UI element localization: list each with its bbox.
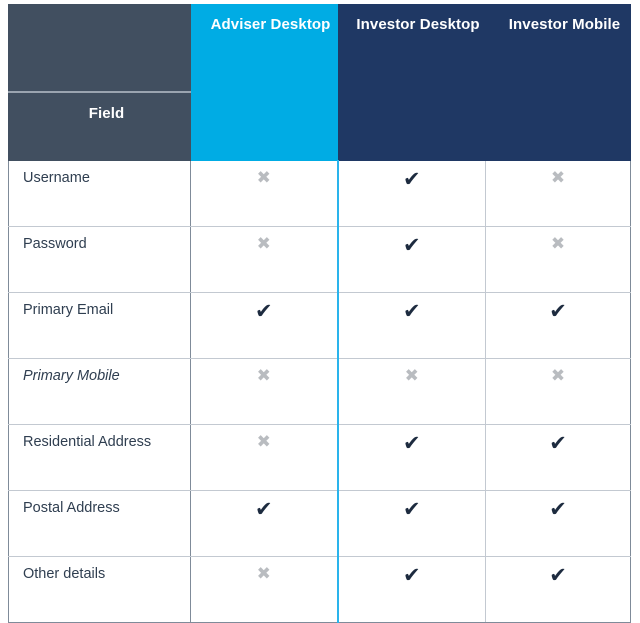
availability-cell: ✔ [485, 556, 631, 623]
availability-cell: ✔ [337, 292, 486, 359]
column-header-adviser-desktop: Adviser Desktop [190, 4, 338, 93]
availability-cell: ✖ [190, 226, 339, 293]
field-name-cell: Primary Email [8, 292, 191, 359]
check-icon: ✔ [254, 300, 273, 323]
availability-cell: ✔ [190, 490, 339, 557]
table-row: Primary Email ✔ ✔ ✔ [8, 292, 631, 359]
availability-cell: ✖ [190, 358, 339, 425]
availability-cell: ✔ [190, 292, 339, 359]
field-column-label: Field [88, 105, 125, 122]
header-row-field: Field [8, 92, 631, 161]
table-row: Residential Address ✖ ✔ ✔ [8, 424, 631, 491]
header-row-titles: Adviser Desktop Investor Desktop Investo… [8, 4, 631, 93]
check-icon: ✔ [549, 564, 567, 587]
column-header-investor-desktop: Investor Desktop [337, 4, 486, 93]
check-icon: ✔ [402, 168, 421, 191]
availability-cell: ✔ [485, 490, 631, 557]
availability-cell: ✖ [485, 226, 631, 293]
availability-cell: ✔ [337, 226, 486, 293]
availability-cell: ✔ [485, 424, 631, 491]
table-header: Adviser Desktop Investor Desktop Investo… [8, 4, 631, 161]
cross-icon: ✖ [256, 168, 271, 187]
field-name-cell: Username [8, 160, 191, 227]
availability-cell: ✖ [485, 160, 631, 227]
cross-icon: ✖ [550, 234, 566, 253]
cross-icon: ✖ [256, 234, 271, 253]
availability-cell: ✔ [337, 556, 486, 623]
field-name-cell: Primary Mobile [8, 358, 191, 425]
field-name-cell: Residential Address [8, 424, 191, 491]
table-row: Username ✖ ✔ ✖ [8, 160, 631, 227]
row-header-label-cell: Field [8, 92, 191, 161]
availability-cell: ✖ [190, 556, 339, 623]
capability-comparison-table: Adviser Desktop Investor Desktop Investo… [8, 4, 631, 623]
check-icon: ✔ [402, 234, 421, 257]
cross-icon: ✖ [550, 366, 566, 385]
column-header-label: Investor Mobile [508, 16, 621, 33]
availability-cell: ✖ [337, 358, 486, 425]
header-spacer-adviser-desktop [190, 92, 338, 161]
column-header-label: Investor Desktop [356, 16, 480, 33]
column-header-label: Adviser Desktop [210, 16, 331, 33]
header-corner-cell [8, 4, 191, 93]
column-header-investor-mobile: Investor Mobile [485, 4, 631, 93]
table-row: Other details ✖ ✔ ✔ [8, 556, 631, 623]
availability-cell: ✔ [337, 490, 486, 557]
cross-icon: ✖ [256, 564, 271, 583]
field-name-cell: Postal Address [8, 490, 191, 557]
table-row: Primary Mobile ✖ ✖ ✖ [8, 358, 631, 425]
cross-icon: ✖ [550, 168, 566, 187]
table-body: Username ✖ ✔ ✖ Password ✖ ✔ ✖ Primary Email ✔ ✔ ✔ Pr… [8, 160, 631, 623]
availability-cell: ✖ [485, 358, 631, 425]
table-row: Postal Address ✔ ✔ ✔ [8, 490, 631, 557]
cross-icon: ✖ [404, 366, 419, 385]
availability-cell: ✔ [337, 160, 486, 227]
header-spacer-investor-mobile [485, 92, 631, 161]
check-icon: ✔ [402, 300, 421, 323]
check-icon: ✔ [254, 498, 273, 521]
table-row: Password ✖ ✔ ✖ [8, 226, 631, 293]
field-name-cell: Other details [8, 556, 191, 623]
availability-cell: ✔ [337, 424, 486, 491]
availability-cell: ✖ [190, 424, 339, 491]
check-icon: ✔ [402, 498, 421, 521]
check-icon: ✔ [549, 432, 567, 455]
check-icon: ✔ [549, 498, 567, 521]
header-spacer-investor-desktop [337, 92, 486, 161]
check-icon: ✔ [402, 432, 421, 455]
check-icon: ✔ [402, 564, 421, 587]
cross-icon: ✖ [256, 366, 271, 385]
check-icon: ✔ [549, 300, 567, 323]
availability-cell: ✖ [190, 160, 339, 227]
availability-cell: ✔ [485, 292, 631, 359]
cross-icon: ✖ [256, 432, 271, 451]
field-name-cell: Password [8, 226, 191, 293]
